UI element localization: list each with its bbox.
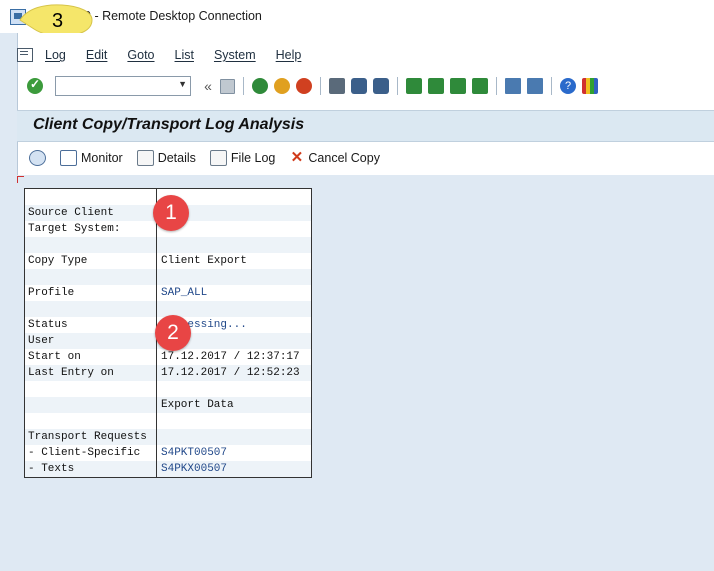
log-value-last-entry-on: 17.12.2017 / 12:52:23 xyxy=(161,367,300,379)
log-row: Copy Type Client Export xyxy=(25,253,311,269)
log-value-copy-type: Client Export xyxy=(161,255,247,267)
log-label-last-entry-on: Last Entry on xyxy=(28,367,114,379)
find-next-icon[interactable] xyxy=(373,78,389,94)
log-value-client-specific: S4PKT00507 xyxy=(161,447,228,459)
back-icon[interactable] xyxy=(252,78,268,94)
menu-system[interactable]: System xyxy=(214,48,256,62)
create-shortcut-icon[interactable] xyxy=(527,78,543,94)
window-title: 0 - Remote Desktop Connection xyxy=(84,9,262,23)
log-label-copy-type: Copy Type xyxy=(28,255,88,267)
screen-title-bar: Client Copy/Transport Log Analysis xyxy=(17,110,714,142)
cancel-copy-button[interactable]: ✕ Cancel Copy xyxy=(289,149,380,166)
log-label-source-client: Source Client xyxy=(28,207,114,219)
log-row xyxy=(25,413,311,429)
double-chevron-left-icon[interactable]: « xyxy=(202,78,214,94)
details-button[interactable]: Details xyxy=(136,150,196,166)
annotation-badge-2: 2 xyxy=(155,315,191,351)
log-value-export-data: Export Data xyxy=(161,399,234,411)
window-titlebar: 0 - Remote Desktop Connection 3 xyxy=(0,0,714,37)
toolbar-separator xyxy=(320,77,321,95)
menu-goto[interactable]: Goto xyxy=(127,48,154,62)
next-page-icon[interactable] xyxy=(450,78,466,94)
help-icon[interactable]: ? xyxy=(560,78,576,94)
menu-edit[interactable]: Edit xyxy=(86,48,108,62)
window-title-text: - Remote Desktop Connection xyxy=(94,9,262,23)
previous-page-icon[interactable] xyxy=(428,78,444,94)
log-label-client-specific: - Client-Specific xyxy=(28,447,141,459)
toolbar-separator xyxy=(551,77,552,95)
print-icon[interactable] xyxy=(329,78,345,94)
window-left-edge xyxy=(0,33,18,571)
toolbar-separator xyxy=(397,77,398,95)
file-log-label: File Log xyxy=(230,151,276,165)
details-icon xyxy=(136,150,154,166)
log-label-profile: Profile xyxy=(28,287,75,299)
toolbar-separator xyxy=(496,77,497,95)
toolbar-separator xyxy=(243,77,244,95)
exit-icon[interactable] xyxy=(274,78,290,94)
log-row: Transport Requests xyxy=(25,429,311,445)
enter-check-icon[interactable] xyxy=(27,77,43,94)
details-label: Details xyxy=(157,151,196,165)
log-row xyxy=(25,381,311,397)
log-label-user: User xyxy=(28,335,55,347)
cancel-x-icon: ✕ xyxy=(290,149,304,166)
log-row: Profile SAP_ALL xyxy=(25,285,311,301)
file-log-icon xyxy=(209,150,227,166)
log-row: Start on 17.12.2017 / 12:37:17 xyxy=(25,349,311,365)
cancel-icon[interactable] xyxy=(296,78,312,94)
last-page-icon[interactable] xyxy=(472,78,488,94)
cancel-copy-label: Cancel Copy xyxy=(308,151,380,165)
find-icon[interactable] xyxy=(351,78,367,94)
log-row xyxy=(25,269,311,285)
log-label-start-on: Start on xyxy=(28,351,81,363)
callout-number-3: 3 xyxy=(52,10,64,32)
menu-log[interactable]: Log xyxy=(45,48,66,62)
application-toolbar: Monitor Details File Log ✕ Cancel Copy xyxy=(17,145,714,171)
file-log-button[interactable]: File Log xyxy=(209,150,276,166)
menu-bar: Log Edit Goto List System Help xyxy=(17,44,714,66)
page-title: Client Copy/Transport Log Analysis xyxy=(33,116,305,133)
log-label-status: Status xyxy=(28,319,68,331)
log-value-profile: SAP_ALL xyxy=(161,287,208,299)
monitor-icon xyxy=(60,150,77,166)
customize-layout-icon[interactable] xyxy=(582,78,598,94)
menu-help[interactable]: Help xyxy=(276,48,302,62)
annotation-badge-1: 1 xyxy=(153,195,189,231)
menu-list[interactable]: List xyxy=(175,48,194,62)
log-value-start-on: 17.12.2017 / 12:37:17 xyxy=(161,351,300,363)
create-session-icon[interactable] xyxy=(505,78,521,94)
save-icon[interactable] xyxy=(220,78,235,94)
log-label-target-system: Target System: xyxy=(28,223,121,235)
standard-toolbar: « ? xyxy=(17,72,714,100)
log-row: - Texts S4PKX00507 xyxy=(25,461,311,477)
monitor-button[interactable]: Monitor xyxy=(60,150,123,166)
system-menu-icon[interactable] xyxy=(17,48,33,62)
log-label-texts: - Texts xyxy=(28,463,75,475)
first-page-icon[interactable] xyxy=(406,78,422,94)
log-row xyxy=(25,237,311,253)
log-row: Last Entry on 17.12.2017 / 12:52:23 xyxy=(25,365,311,381)
log-row: - Client-Specific S4PKT00507 xyxy=(25,445,311,461)
command-field[interactable] xyxy=(55,76,191,96)
log-value-texts: S4PKX00507 xyxy=(161,463,228,475)
log-label-transport-requests: Transport Requests xyxy=(28,431,147,443)
refresh-icon[interactable] xyxy=(29,150,46,166)
focus-corner-marker xyxy=(17,176,24,183)
log-row: Export Data xyxy=(25,397,311,413)
monitor-label: Monitor xyxy=(81,151,123,165)
